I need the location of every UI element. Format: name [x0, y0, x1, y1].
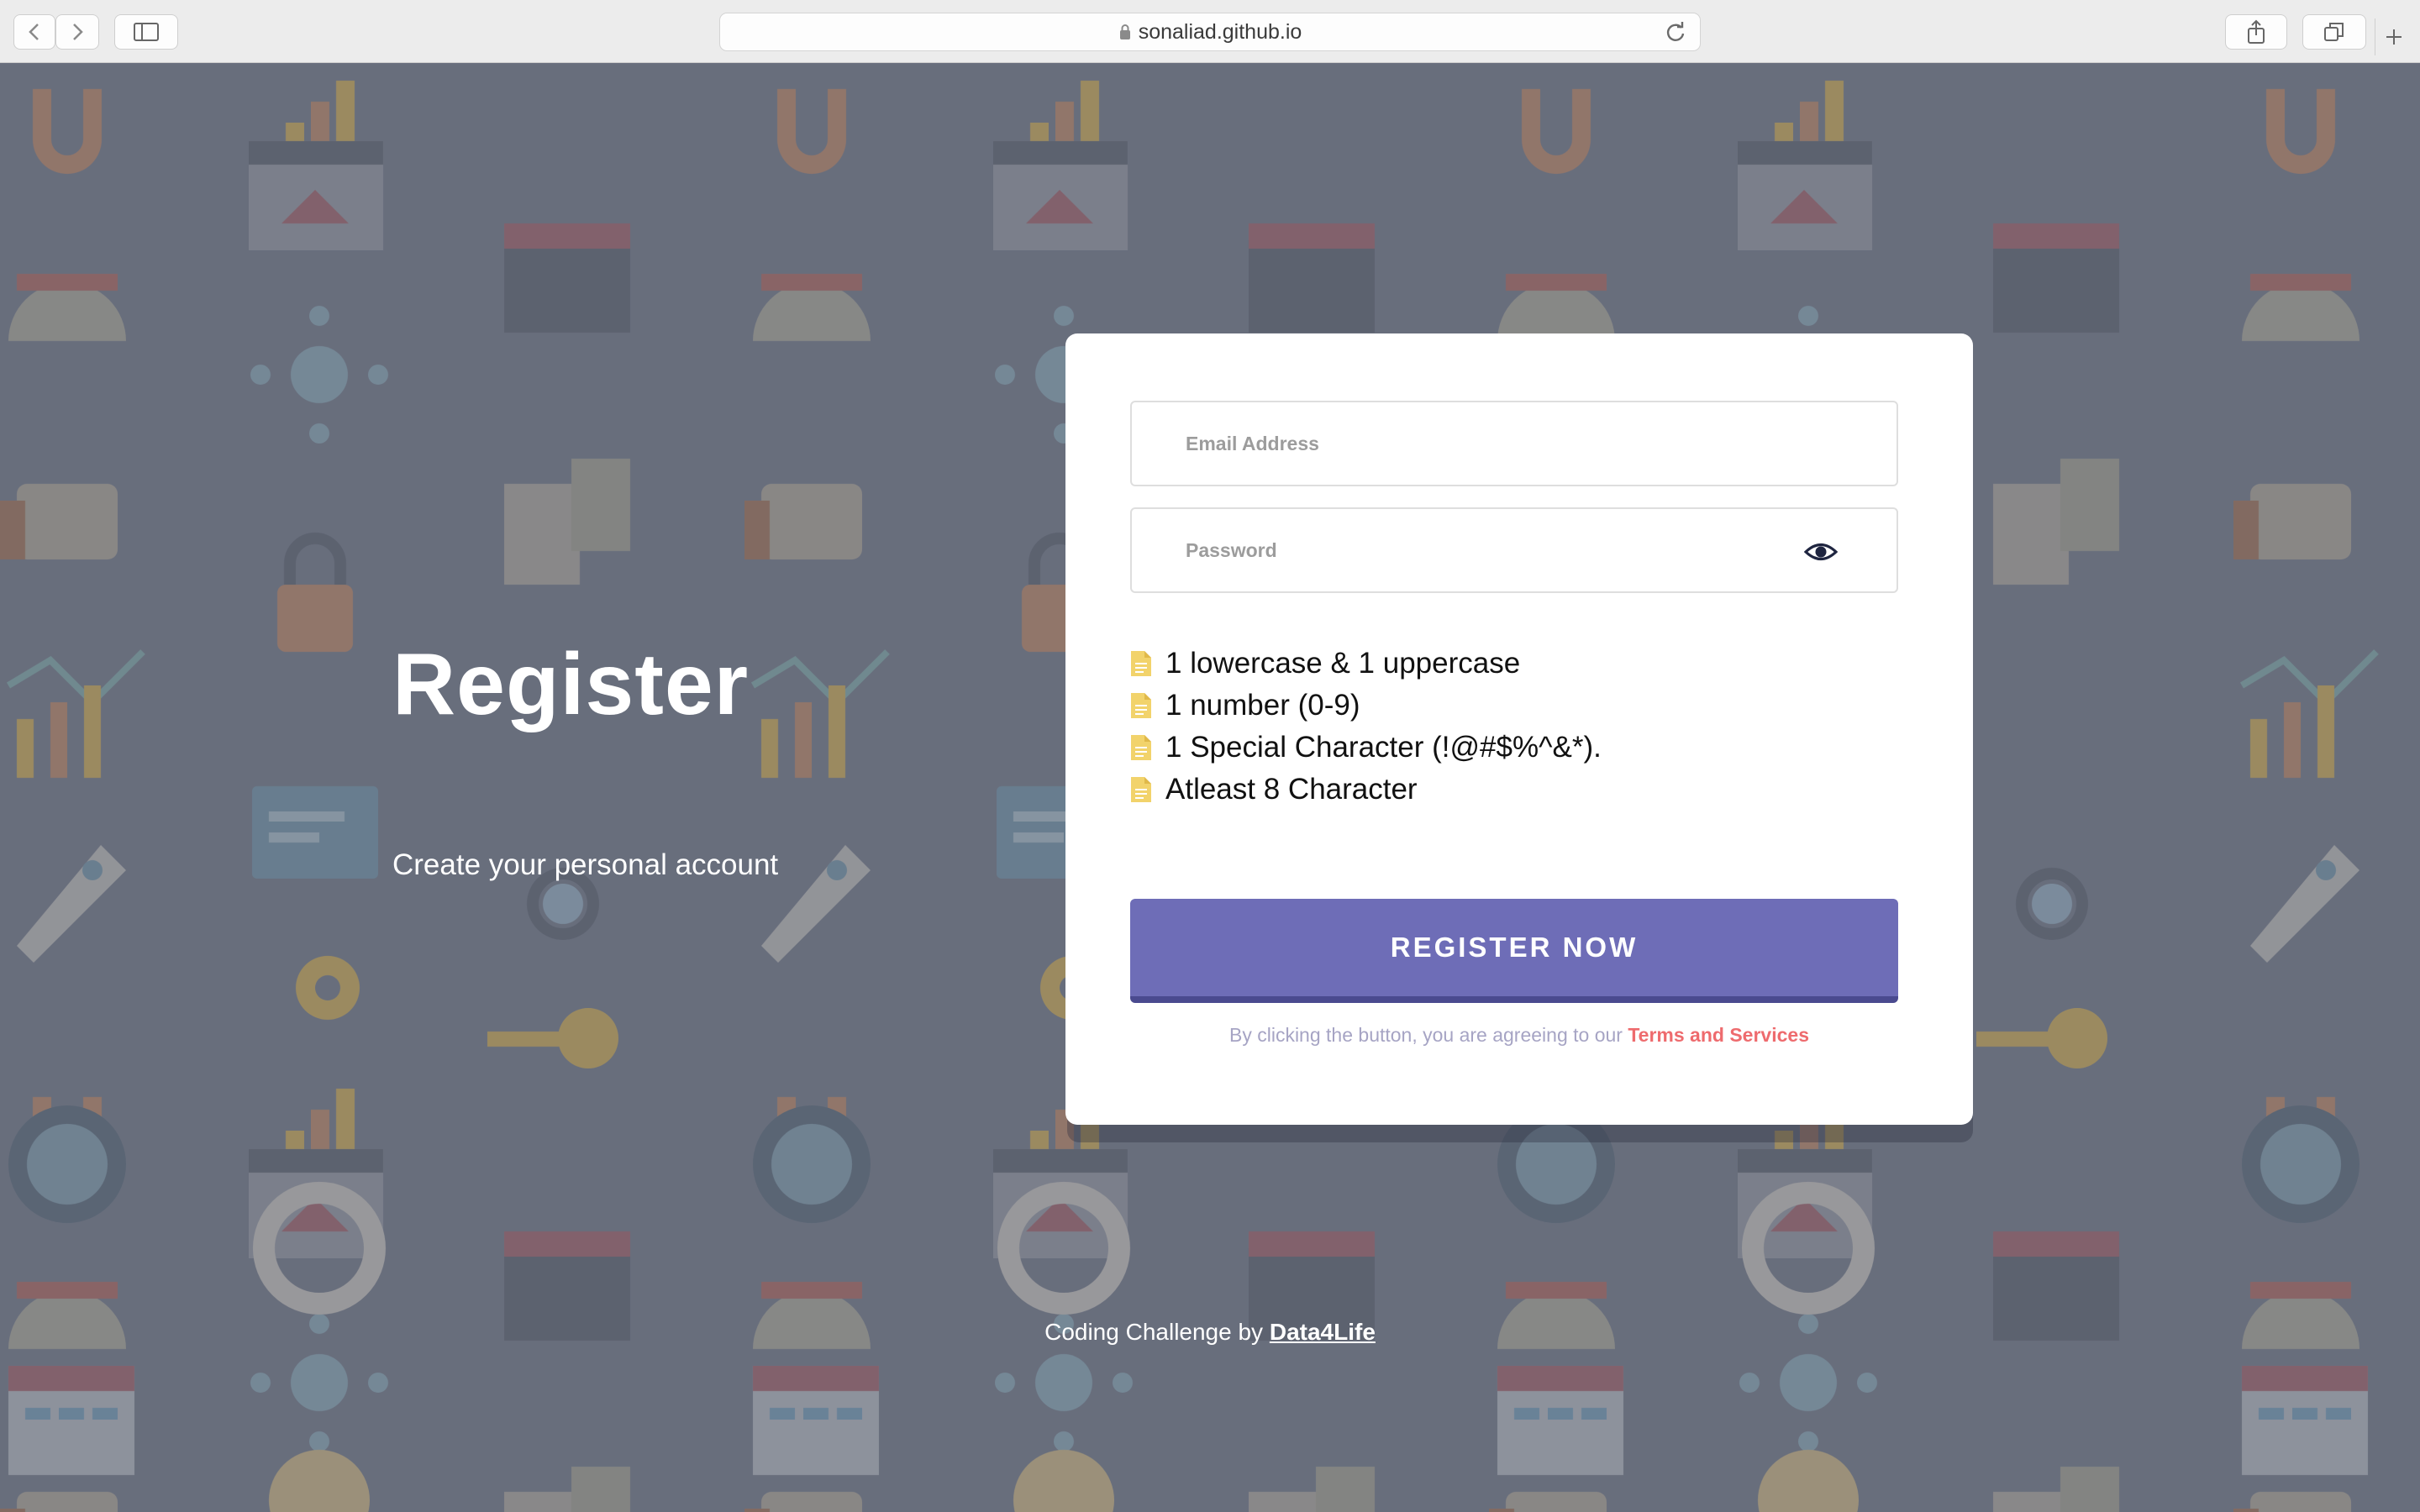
- eye-icon[interactable]: [1804, 539, 1838, 564]
- rule-text: 1 Special Character (!@#$%^&*).: [1165, 731, 1602, 764]
- new-tab-button[interactable]: [2375, 18, 2412, 55]
- password-rules-list: 1 lowercase & 1 uppercase 1 number (0-9)…: [1130, 643, 1602, 811]
- list-item: 1 Special Character (!@#$%^&*).: [1130, 727, 1602, 769]
- terms-notice-text: By clicking the button, you are agreeing…: [1229, 1024, 1623, 1046]
- sidebar-icon: [134, 23, 159, 41]
- file-icon: [1131, 651, 1151, 676]
- share-icon: [2248, 19, 2265, 44]
- rule-text: 1 number (0-9): [1165, 689, 1360, 722]
- list-item: 1 number (0-9): [1130, 685, 1602, 727]
- file-icon: [1131, 693, 1151, 718]
- address-bar[interactable]: sonaliad.github.io: [719, 13, 1701, 51]
- list-item: Atleast 8 Character: [1130, 769, 1602, 811]
- terms-notice: By clicking the button, you are agreeing…: [1065, 1024, 1973, 1047]
- rule-text: Atleast 8 Character: [1165, 773, 1418, 806]
- page-title: Register: [392, 636, 750, 733]
- rule-text: 1 lowercase & 1 uppercase: [1165, 647, 1521, 680]
- chevron-right-icon: [73, 24, 83, 40]
- list-item: 1 lowercase & 1 uppercase: [1130, 643, 1602, 685]
- tabs-overview-button[interactable]: [2302, 14, 2366, 50]
- email-field[interactable]: [1130, 401, 1898, 486]
- password-input[interactable]: [1186, 538, 1774, 562]
- url-text: sonaliad.github.io: [1138, 19, 1302, 44]
- terms-link[interactable]: Terms and Services: [1628, 1024, 1809, 1046]
- footer: Coding Challenge by Data4Life: [0, 1319, 2420, 1346]
- register-now-button[interactable]: REGISTER NOW: [1130, 899, 1898, 1003]
- sidebar-button[interactable]: [114, 14, 178, 50]
- browser-toolbar: sonaliad.github.io: [0, 0, 2420, 63]
- email-input[interactable]: [1186, 432, 1774, 455]
- forward-button[interactable]: [55, 14, 99, 50]
- file-icon: [1131, 777, 1151, 802]
- tabs-icon: [2324, 23, 2344, 41]
- plus-icon: [2386, 29, 2402, 45]
- password-field[interactable]: [1130, 507, 1898, 593]
- register-card: 1 lowercase & 1 uppercase 1 number (0-9)…: [1065, 333, 1973, 1125]
- page-subtitle: Create your personal account: [392, 848, 779, 881]
- chevron-left-icon: [29, 24, 39, 40]
- lock-icon: [1119, 24, 1130, 39]
- data4life-link[interactable]: Data4Life: [1270, 1319, 1376, 1345]
- share-button[interactable]: [2225, 14, 2287, 50]
- back-button[interactable]: [13, 14, 55, 50]
- file-icon: [1131, 735, 1151, 760]
- footer-text: Coding Challenge by: [1044, 1319, 1264, 1345]
- reload-icon[interactable]: [1665, 21, 1686, 43]
